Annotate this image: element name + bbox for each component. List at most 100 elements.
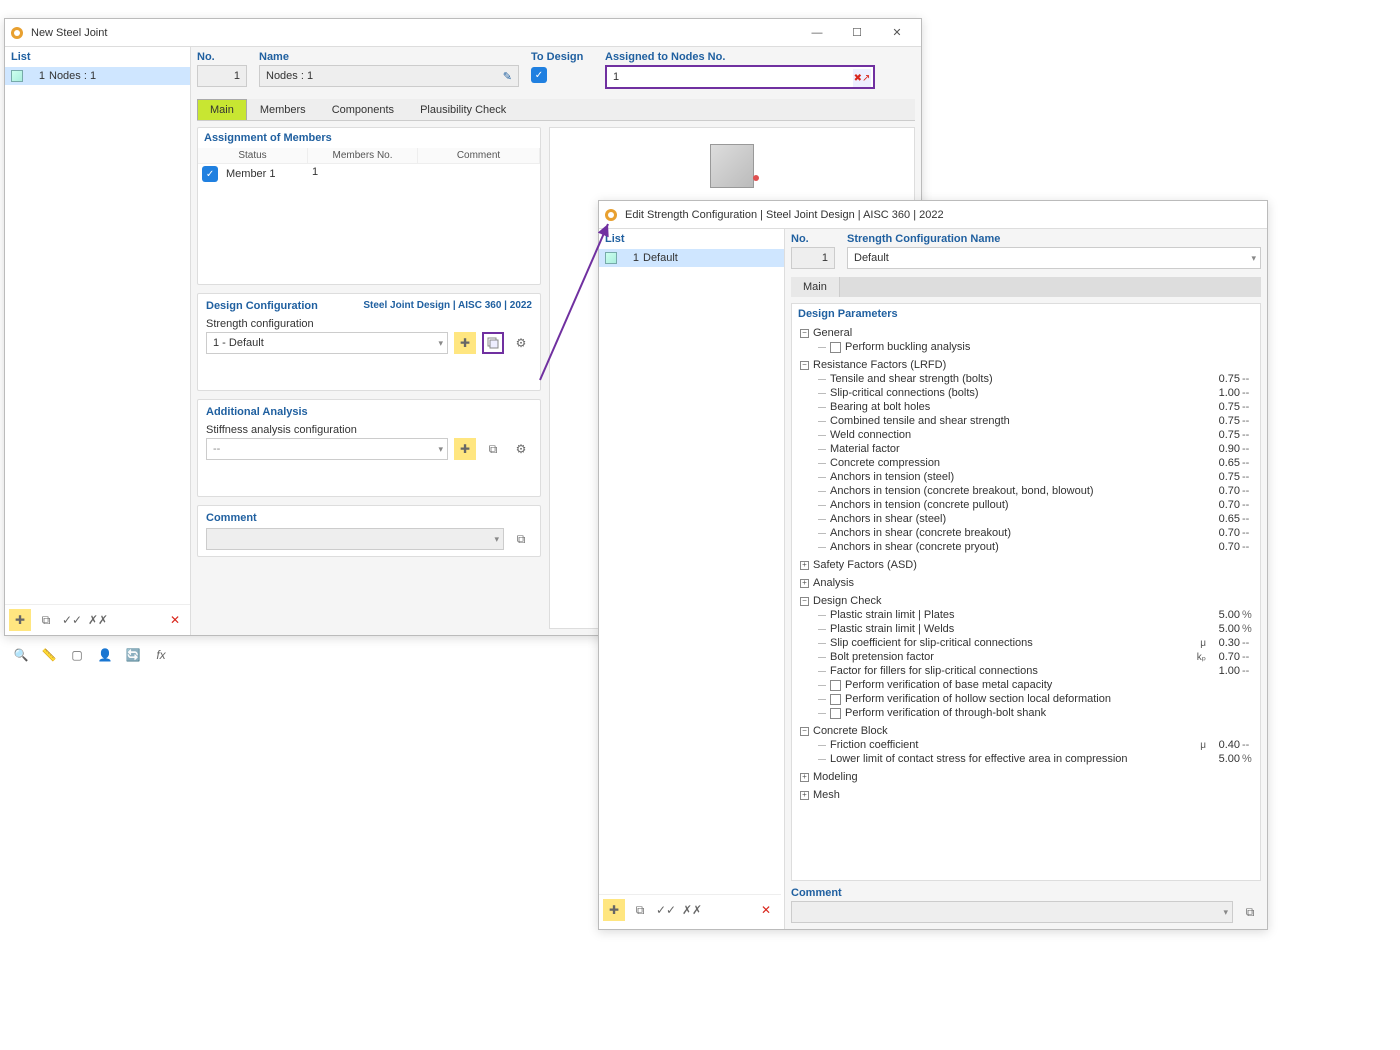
window-title: Edit Strength Configuration | Steel Join…	[625, 209, 1263, 221]
todesign-label: To Design	[531, 51, 593, 63]
node-icon	[605, 252, 617, 264]
tab-members[interactable]: Members	[247, 99, 319, 120]
comment-copy-icon[interactable]: ⧉	[510, 528, 532, 550]
group-concrete[interactable]: −Concrete Block	[800, 724, 1260, 738]
assignment-panel: Assignment of Members Status Members No.…	[197, 127, 541, 285]
tool-box-icon[interactable]: ▢	[66, 644, 88, 666]
tree-item[interactable]: Perform verification of hollow section l…	[818, 692, 1260, 706]
checkbox[interactable]	[830, 708, 841, 719]
tree-item[interactable]: Perform verification of through-bolt sha…	[818, 706, 1260, 720]
copy-stiffness-icon[interactable]: ⧉	[482, 438, 504, 460]
tab-main[interactable]: Main	[197, 99, 247, 120]
list-label: List	[5, 47, 190, 67]
config-name-field[interactable]: Default	[847, 247, 1261, 269]
tool-search-icon[interactable]: 🔍	[10, 644, 32, 666]
table-row[interactable]: ✓Member 1 1	[198, 164, 540, 184]
config-settings-icon[interactable]: ⚙	[510, 332, 532, 354]
maximize-button[interactable]: ☐	[837, 21, 877, 45]
copy-icon[interactable]: ⧉	[35, 609, 57, 631]
edit-config-button[interactable]	[482, 332, 504, 354]
tool-dim-icon[interactable]: 📏	[38, 644, 60, 666]
group-safety[interactable]: +Safety Factors (ASD)	[800, 558, 1260, 572]
tree-item[interactable]: Perform buckling analysis	[818, 340, 1260, 354]
cube-icon	[710, 144, 754, 188]
tool-person-icon[interactable]: 👤	[94, 644, 116, 666]
comment-field[interactable]	[206, 528, 504, 550]
tree-item[interactable]: Plastic strain limit | Plates5.00%	[818, 608, 1260, 622]
group-general[interactable]: −General	[800, 326, 1260, 340]
node-icon	[11, 70, 23, 82]
no-field[interactable]: 1	[791, 247, 835, 269]
pick-node-icon[interactable]: ✖↗	[853, 69, 871, 87]
close-button[interactable]: ✕	[877, 21, 917, 45]
tree-item[interactable]: Anchors in shear (steel)0.65--	[818, 512, 1260, 526]
tree-item[interactable]: Slip-critical connections (bolts)1.00--	[818, 386, 1260, 400]
group-modeling[interactable]: +Modeling	[800, 770, 1260, 784]
tree-item[interactable]: Friction coefficientμ0.40--	[818, 738, 1260, 752]
comment-field[interactable]	[791, 901, 1233, 923]
list-item[interactable]: 1 Nodes : 1	[5, 67, 190, 85]
no-label: No.	[197, 51, 247, 63]
app-icon	[9, 25, 25, 41]
checkbox[interactable]	[830, 680, 841, 691]
stiffness-config-combo[interactable]: --	[206, 438, 448, 460]
checkbox[interactable]	[830, 342, 841, 353]
name-field[interactable]: Nodes : 1 ✎	[259, 65, 519, 87]
tab-main[interactable]: Main	[791, 277, 840, 297]
group-design-check[interactable]: −Design Check	[800, 594, 1260, 608]
tree-item[interactable]: Anchors in tension (concrete pullout)0.7…	[818, 498, 1260, 512]
group-resistance[interactable]: −Resistance Factors (LRFD)	[800, 358, 1260, 372]
tree-item[interactable]: Anchors in shear (concrete pryout)0.70--	[818, 540, 1260, 554]
tree-item[interactable]: Anchors in tension (concrete breakout, b…	[818, 484, 1260, 498]
no-field[interactable]: 1	[197, 65, 247, 87]
tab-components[interactable]: Components	[319, 99, 407, 120]
group-analysis[interactable]: +Analysis	[800, 576, 1260, 590]
tree-item[interactable]: Slip coefficient for slip-critical conne…	[818, 636, 1260, 650]
tree-item[interactable]: Anchors in tension (steel)0.75--	[818, 470, 1260, 484]
left-list-panel: List 1 Nodes : 1 ✚ ⧉ ✓✓ ✗✗ ✕	[5, 47, 191, 635]
member-checkbox[interactable]: ✓	[202, 166, 218, 182]
tool-refresh-icon[interactable]: 🔄	[122, 644, 144, 666]
tree-item[interactable]: Bearing at bolt holes0.75--	[818, 400, 1260, 414]
tabs: Main Members Components Plausibility Che…	[197, 99, 915, 121]
tree-item[interactable]: Factor for fillers for slip-critical con…	[818, 664, 1260, 678]
edit-icon[interactable]: ✎	[503, 70, 512, 83]
tree-item[interactable]: Combined tensile and shear strength0.75-…	[818, 414, 1260, 428]
copy-icon[interactable]: ⧉	[629, 899, 651, 921]
tree-item[interactable]: Perform verification of base metal capac…	[818, 678, 1260, 692]
tree-item[interactable]: Weld connection0.75--	[818, 428, 1260, 442]
new-stiffness-icon[interactable]: ✚	[454, 438, 476, 460]
tool-fx-icon[interactable]: fx	[150, 644, 172, 666]
additional-analysis-panel: Additional Analysis Stiffness analysis c…	[197, 399, 541, 497]
checklist-icon[interactable]: ✓✓	[655, 899, 677, 921]
tree-item[interactable]: Material factor0.90--	[818, 442, 1260, 456]
no-label: No.	[791, 233, 835, 245]
list-item[interactable]: 1 Default	[599, 249, 784, 267]
uncheck-icon[interactable]: ✗✗	[681, 899, 703, 921]
checkbox[interactable]	[830, 694, 841, 705]
new-icon[interactable]: ✚	[603, 899, 625, 921]
tab-plausibility[interactable]: Plausibility Check	[407, 99, 519, 120]
new-icon[interactable]: ✚	[9, 609, 31, 631]
delete-icon[interactable]: ✕	[755, 899, 777, 921]
tree-item[interactable]: Plastic strain limit | Welds5.00%	[818, 622, 1260, 636]
comment-panel: Comment ⧉	[197, 505, 541, 557]
new-config-icon[interactable]: ✚	[454, 332, 476, 354]
delete-icon[interactable]: ✕	[164, 609, 186, 631]
minimize-button[interactable]: —	[797, 21, 837, 45]
strength-config-combo[interactable]: 1 - Default	[206, 332, 448, 354]
group-mesh[interactable]: +Mesh	[800, 788, 1260, 802]
tree-item[interactable]: Lower limit of contact stress for effect…	[818, 752, 1260, 766]
tree-item[interactable]: Anchors in shear (concrete breakout)0.70…	[818, 526, 1260, 540]
comment-copy-icon[interactable]: ⧉	[1239, 901, 1261, 923]
tree-item[interactable]: Bolt pretension factorkₚ0.70--	[818, 650, 1260, 664]
uncheck-icon[interactable]: ✗✗	[87, 609, 109, 631]
todesign-checkbox[interactable]: ✓	[531, 67, 547, 83]
tree-item[interactable]: Tensile and shear strength (bolts)0.75--	[818, 372, 1260, 386]
tree-item[interactable]: Concrete compression0.65--	[818, 456, 1260, 470]
copy-icon	[486, 336, 500, 350]
app-icon	[603, 207, 619, 223]
checklist-icon[interactable]: ✓✓	[61, 609, 83, 631]
stiffness-settings-icon[interactable]: ⚙	[510, 438, 532, 460]
assigned-nodes-field[interactable]: 1 ✖↗	[605, 65, 875, 89]
